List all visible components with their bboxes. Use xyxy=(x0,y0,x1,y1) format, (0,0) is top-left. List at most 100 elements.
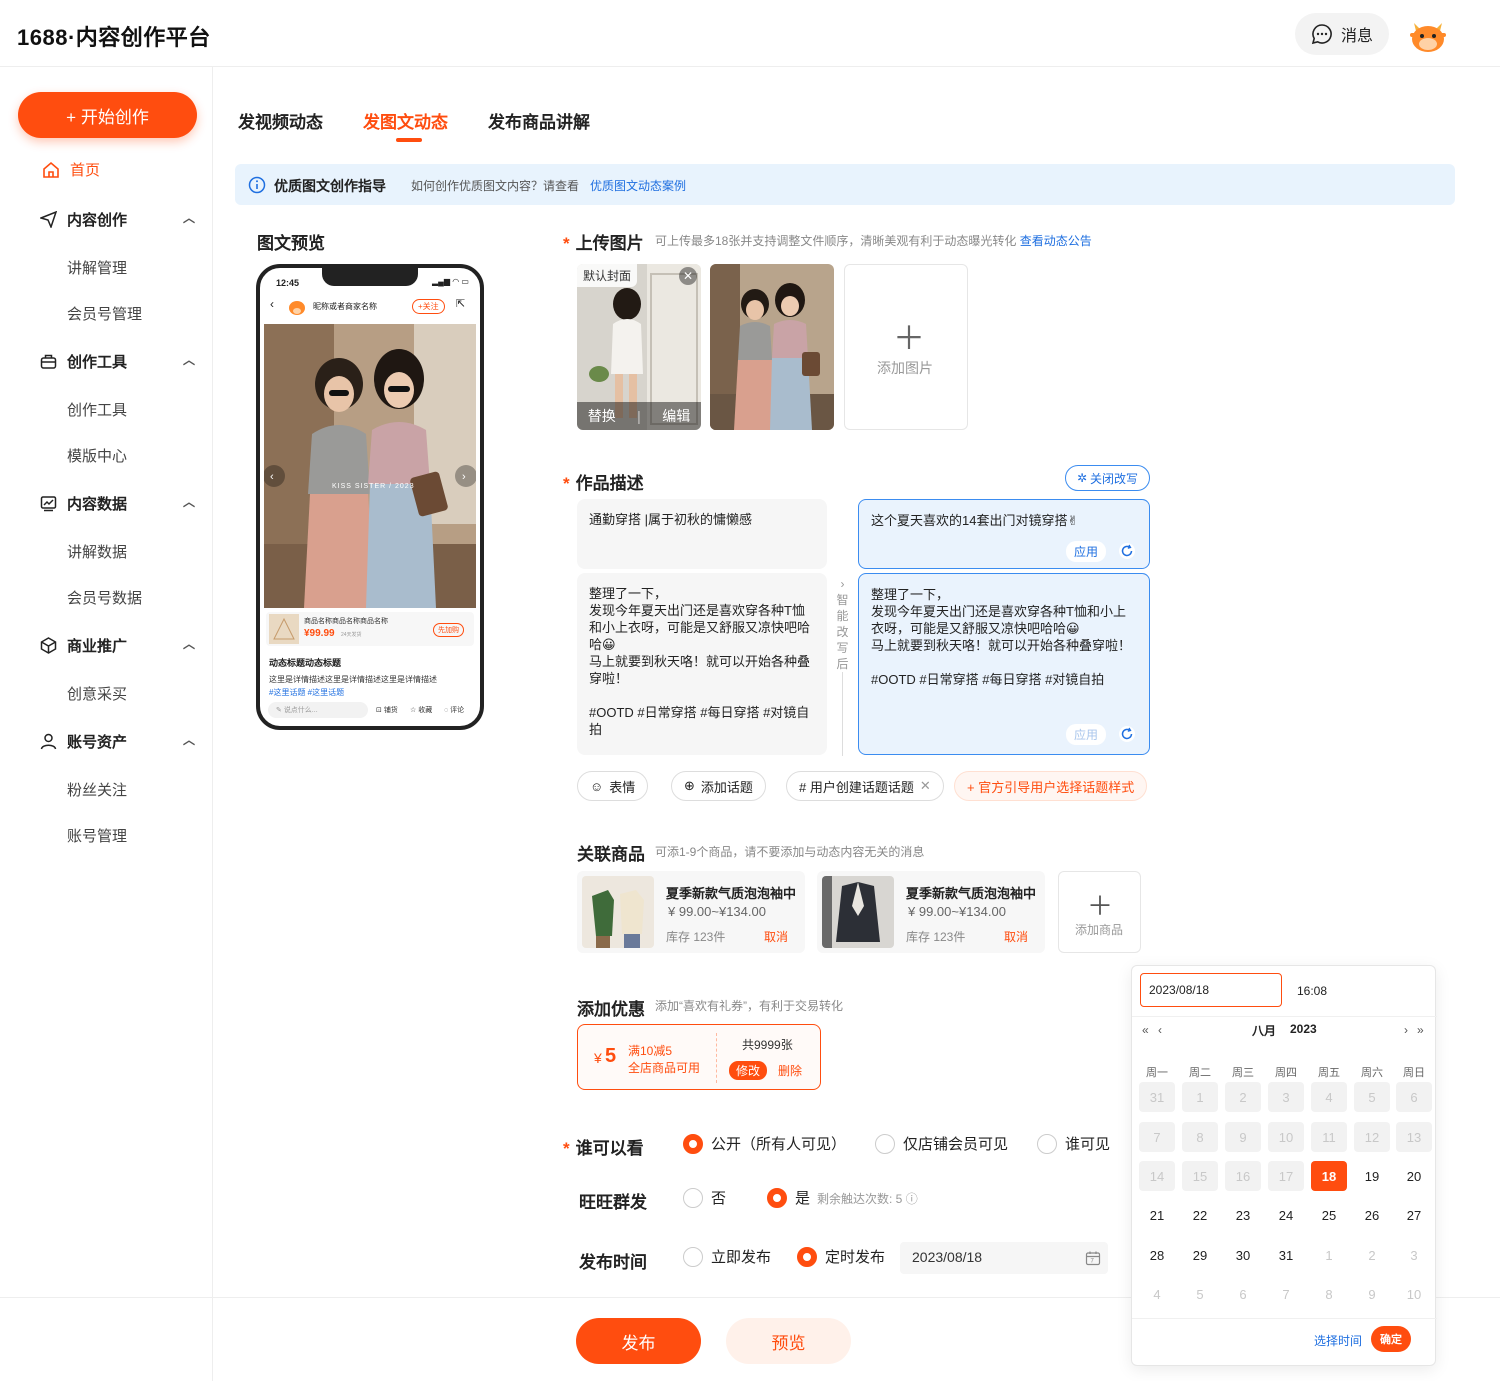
sidebar-group-data[interactable]: 内容数据 ︿ xyxy=(40,493,195,514)
coupon-scope: 全店商品可用 xyxy=(628,1061,701,1075)
replace-button[interactable]: 替换 xyxy=(588,406,616,426)
close-icon[interactable]: ✕ xyxy=(920,778,931,794)
day-cell-selected[interactable]: 18 xyxy=(1311,1161,1347,1191)
add-cart-button[interactable]: 先加购 xyxy=(433,623,464,637)
action-comment[interactable]: ◌ 评论 xyxy=(444,705,464,715)
day-cell[interactable]: 24 xyxy=(1268,1200,1304,1230)
sidebar-item-member-data[interactable]: 会员号数据 xyxy=(67,587,142,608)
day-cell[interactable]: 31 xyxy=(1268,1240,1304,1270)
tab-product-explain[interactable]: 发布商品讲解 xyxy=(488,108,590,133)
image-thumb-1[interactable]: 默认封面 ✕ 替换 | 编辑 xyxy=(577,264,701,430)
next-year-icon[interactable]: » xyxy=(1417,1023,1424,1037)
close-rewrite-button[interactable]: ✲ 关闭改写 xyxy=(1065,465,1150,491)
sidebar-item-account-manage[interactable]: 账号管理 xyxy=(67,825,127,846)
sidebar-item-tools[interactable]: 创作工具 xyxy=(67,399,127,420)
day-cell[interactable]: 6 xyxy=(1225,1279,1261,1309)
next-month-icon[interactable]: › xyxy=(1404,1023,1408,1037)
day-cell[interactable]: 8 xyxy=(1311,1279,1347,1309)
sidebar-item-creative-buy[interactable]: 创意采买 xyxy=(67,683,127,704)
title-input[interactable]: 通勤穿搭 |属于初秋的慵懒感 xyxy=(577,499,827,569)
share-icon[interactable]: ⇱ xyxy=(456,297,465,310)
sidebar-item-templates[interactable]: 模版中心 xyxy=(67,445,127,466)
sidebar-item-explain-data[interactable]: 讲解数据 xyxy=(67,541,127,562)
day-cell[interactable]: 7 xyxy=(1268,1279,1304,1309)
product-cancel-button[interactable]: 取消 xyxy=(764,928,788,945)
visibility-option-members[interactable]: 仅店铺会员可见 xyxy=(875,1133,1008,1154)
user-topic-chip[interactable]: # 用户创建话题话题 ✕ xyxy=(786,771,944,801)
apply-body-button[interactable]: 应用 xyxy=(1066,724,1107,745)
comment-input[interactable]: ✎ 说点什么... xyxy=(268,702,368,718)
message-button[interactable]: 消息 xyxy=(1295,13,1389,55)
sidebar-group-account[interactable]: 账号资产 ︿ xyxy=(40,731,195,752)
add-image-button[interactable]: ＋ 添加图片 xyxy=(844,264,968,430)
wangwang-option-yes[interactable]: 是 xyxy=(767,1187,810,1208)
emoji-button[interactable]: ☺ 表情 xyxy=(577,771,649,801)
select-time-link[interactable]: 选择时间 xyxy=(1314,1332,1362,1349)
day-cell[interactable]: 30 xyxy=(1225,1240,1261,1270)
shop-avatar xyxy=(289,301,305,315)
confirm-button[interactable]: 确定 xyxy=(1371,1326,1411,1352)
day-cell[interactable]: 1 xyxy=(1311,1240,1347,1270)
sidebar-item-explain-manage[interactable]: 讲解管理 xyxy=(67,257,127,278)
wangwang-option-no[interactable]: 否 xyxy=(683,1187,726,1208)
product-cancel-button[interactable]: 取消 xyxy=(1004,928,1028,945)
date-input[interactable] xyxy=(1140,973,1282,1007)
refresh-icon[interactable] xyxy=(1118,542,1136,560)
day-cell[interactable]: 10 xyxy=(1396,1279,1432,1309)
day-cell[interactable]: 29 xyxy=(1182,1240,1218,1270)
day-cell[interactable]: 27 xyxy=(1396,1200,1432,1230)
sidebar-group-content-create[interactable]: 内容创作 ︿ xyxy=(40,209,195,230)
coupon-delete-button[interactable]: 删除 xyxy=(778,1062,802,1079)
image-thumb-2[interactable] xyxy=(710,264,834,430)
publish-date-field[interactable]: 2023/08/18 7 xyxy=(900,1242,1108,1274)
action-distribute[interactable]: ⊡ 铺货 xyxy=(376,705,398,715)
edit-button[interactable]: 编辑 xyxy=(662,406,690,426)
day-cell[interactable]: 5 xyxy=(1182,1279,1218,1309)
follow-button[interactable]: +关注 xyxy=(412,299,445,314)
notice-link[interactable]: 优质图文动态案例 xyxy=(590,177,686,194)
year-label[interactable]: 2023 xyxy=(1290,1022,1317,1036)
visibility-option-public[interactable]: 公开（所有人可见） xyxy=(683,1133,846,1154)
day-cell[interactable]: 19 xyxy=(1354,1161,1390,1191)
preview-button[interactable]: 预览 xyxy=(726,1318,851,1364)
coupon-edit-button[interactable]: 修改 xyxy=(729,1061,768,1080)
day-cell[interactable]: 9 xyxy=(1354,1279,1390,1309)
avatar[interactable] xyxy=(1408,15,1448,55)
time-value[interactable]: 16:08 xyxy=(1297,984,1327,998)
day-cell[interactable]: 22 xyxy=(1182,1200,1218,1230)
upload-hint-link[interactable]: 查看动态公告 xyxy=(1020,234,1092,248)
official-topic-chip[interactable]: + 官方引导用户选择话题样式 xyxy=(954,771,1148,801)
day-cell[interactable]: 3 xyxy=(1396,1240,1432,1270)
tab-image-text[interactable]: 发图文动态 xyxy=(363,108,448,133)
body-input[interactable]: 整理了一下， 发现今年夏天出门还是喜欢穿各种T恤和小上衣呀，可能是又舒服又凉快吧… xyxy=(577,573,827,755)
day-cell[interactable]: 20 xyxy=(1396,1161,1432,1191)
day-cell[interactable]: 26 xyxy=(1354,1200,1390,1230)
back-icon[interactable]: ‹ xyxy=(270,297,274,311)
day-cell[interactable]: 28 xyxy=(1139,1240,1175,1270)
start-create-button[interactable]: + 开始创作 xyxy=(18,92,197,138)
visibility-option-custom[interactable]: 谁可见 xyxy=(1037,1133,1110,1154)
action-favorite[interactable]: ☆ 收藏 xyxy=(410,705,432,715)
publish-option-scheduled[interactable]: 定时发布 xyxy=(797,1246,885,1267)
sidebar-item-home[interactable]: 首页 xyxy=(42,159,197,180)
add-product-button[interactable]: ＋ 添加商品 xyxy=(1058,871,1141,953)
sidebar-group-tools[interactable]: 创作工具 ︿ xyxy=(40,351,195,372)
prev-month-icon[interactable]: ‹ xyxy=(1158,1023,1162,1037)
sidebar-group-promotion[interactable]: 商业推广 ︿ xyxy=(40,635,195,656)
day-cell[interactable]: 2 xyxy=(1354,1240,1390,1270)
sidebar-item-fans[interactable]: 粉丝关注 xyxy=(67,779,127,800)
apply-title-button[interactable]: 应用 xyxy=(1066,541,1107,562)
day-cell[interactable]: 25 xyxy=(1311,1200,1347,1230)
day-cell[interactable]: 4 xyxy=(1139,1279,1175,1309)
day-cell[interactable]: 21 xyxy=(1139,1200,1175,1230)
refresh-icon[interactable] xyxy=(1118,725,1136,743)
publish-button[interactable]: 发布 xyxy=(576,1318,701,1364)
day-cell[interactable]: 23 xyxy=(1225,1200,1261,1230)
remove-image-icon[interactable]: ✕ xyxy=(679,267,697,285)
prev-year-icon[interactable]: « xyxy=(1142,1023,1149,1037)
sidebar-item-member-manage[interactable]: 会员号管理 xyxy=(67,303,142,324)
publish-option-now[interactable]: 立即发布 xyxy=(683,1246,771,1267)
add-topic-button[interactable]: ⊕ 添加话题 xyxy=(671,771,766,801)
tab-video[interactable]: 发视频动态 xyxy=(238,108,323,133)
month-label[interactable]: 八月 xyxy=(1252,1022,1276,1039)
